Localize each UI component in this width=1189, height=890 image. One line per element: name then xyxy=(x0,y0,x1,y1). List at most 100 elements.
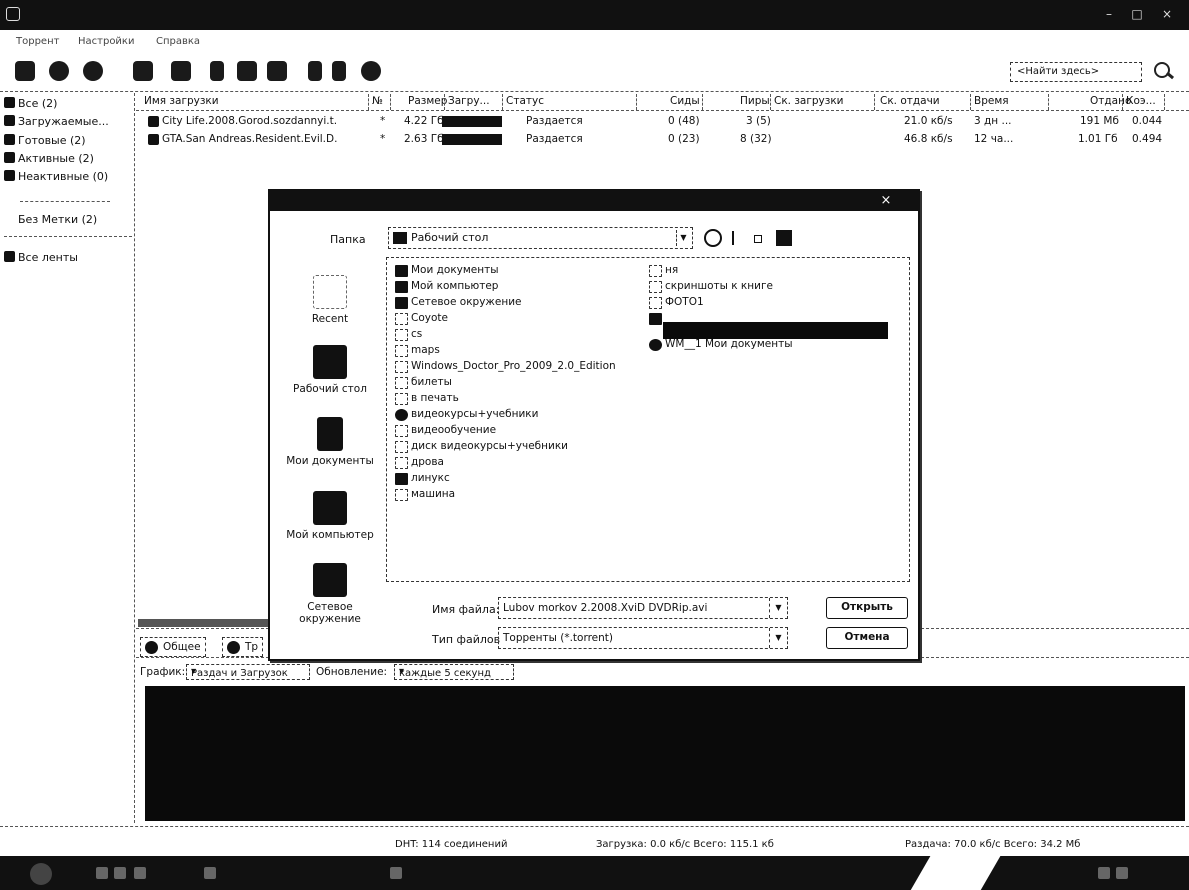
col-status[interactable]: Статус xyxy=(506,95,544,107)
active-icon xyxy=(4,152,15,163)
place-my-documents[interactable]: Мои документы xyxy=(276,417,384,467)
update-interval-select[interactable]: каждые 5 секунд ▾ xyxy=(394,664,514,680)
back-icon[interactable] xyxy=(704,229,722,247)
col-peers[interactable]: Пиры xyxy=(740,95,770,107)
delete-icon[interactable] xyxy=(166,56,196,86)
lookin-select[interactable]: Рабочий стол ▼ xyxy=(388,227,693,249)
col-name[interactable]: Имя загрузки xyxy=(144,95,219,107)
minimize-button[interactable]: – xyxy=(1098,4,1120,24)
lookin-label: Папка xyxy=(330,233,366,246)
table-row[interactable]: City Life.2008.Gorod.sozdannyi.t. * 4.22… xyxy=(136,112,1189,130)
quicklaunch-icon[interactable] xyxy=(96,867,108,879)
list-item[interactable]: машина xyxy=(395,488,455,504)
stop-icon[interactable] xyxy=(262,56,292,86)
graph-type-select[interactable]: Раздач и Загрузок ▾ xyxy=(186,664,310,680)
col-num[interactable]: № xyxy=(372,95,383,107)
place-recent[interactable]: Recent xyxy=(276,275,384,325)
settings-icon[interactable] xyxy=(356,56,386,86)
search-icon[interactable] xyxy=(1150,60,1180,84)
download-status[interactable]: Загрузка: 0.0 кб/с Всего: 115.1 кб xyxy=(596,839,774,850)
list-item[interactable]: Мои документы xyxy=(395,264,499,280)
open-button[interactable]: Открыть xyxy=(826,597,908,619)
close-button[interactable]: × xyxy=(1156,4,1178,24)
list-item[interactable]: Сетевое окружение xyxy=(395,296,522,312)
dialog-close-button[interactable]: × xyxy=(872,193,900,209)
col-seeds[interactable]: Сиды xyxy=(670,95,700,107)
view-menu-icon[interactable] xyxy=(776,230,792,246)
start-icon[interactable] xyxy=(202,56,232,86)
move-down-icon[interactable] xyxy=(324,56,354,86)
col-size[interactable]: Размер xyxy=(408,95,447,107)
list-item[interactable]: линукс xyxy=(395,472,450,488)
sidebar-item-completed[interactable]: Готовые (2) xyxy=(4,134,132,151)
tab-general[interactable]: Общее xyxy=(140,637,206,657)
col-ratio[interactable]: Коэ... xyxy=(1126,95,1156,107)
sidebar-item-feeds[interactable]: Все ленты xyxy=(4,251,132,268)
list-item[interactable]: видеообучение xyxy=(395,424,496,440)
file-list[interactable]: Мои документы Мой компьютер Сетевое окру… xyxy=(386,257,910,582)
list-item[interactable]: в печать xyxy=(395,392,459,408)
menu-settings[interactable]: Настройки xyxy=(78,36,134,47)
sidebar-item-inactive[interactable]: Неактивные (0) xyxy=(4,170,132,187)
list-item[interactable]: скриншоты к книге xyxy=(649,280,773,296)
row-peers: 3 (5) xyxy=(746,115,771,127)
tray-icon[interactable] xyxy=(1116,867,1128,879)
sidebar-item-downloading[interactable]: Загружаемые... xyxy=(4,115,132,132)
col-eta[interactable]: Время xyxy=(974,95,1009,107)
sidebar-item-active[interactable]: Активные (2) xyxy=(4,152,132,169)
maximize-button[interactable]: □ xyxy=(1126,4,1148,24)
status-bar: DHT: 114 соединений Загрузка: 0.0 кб/с В… xyxy=(0,826,1189,854)
row-ul-speed: 21.0 кб/s xyxy=(904,115,953,127)
taskbar-app-icon[interactable] xyxy=(390,867,402,879)
list-item[interactable]: cs xyxy=(395,328,422,344)
list-item[interactable]: Windows_Doctor_Pro_2009_2.0_Edition xyxy=(395,360,616,376)
edit-icon[interactable] xyxy=(128,56,158,86)
start-button[interactable] xyxy=(30,863,52,885)
menu-help[interactable]: Справка xyxy=(156,36,200,47)
tab-trackers[interactable]: Тр xyxy=(222,637,264,657)
list-item[interactable]: дрова xyxy=(395,456,444,472)
list-item[interactable]: Мой компьютер xyxy=(395,280,498,296)
add-url-icon[interactable] xyxy=(44,56,74,86)
list-item[interactable]: диск видеокурсы+учебники xyxy=(395,440,568,456)
create-torrent-icon[interactable] xyxy=(78,56,108,86)
col-done[interactable]: Загру... xyxy=(448,95,490,107)
list-item[interactable]: WM__1 Мои документы xyxy=(649,338,793,354)
list-item[interactable]: видеокурсы+учебники xyxy=(395,408,538,424)
filetype-select[interactable]: Торренты (*.torrent) ▼ xyxy=(498,627,788,649)
list-item[interactable]: Coyote xyxy=(395,312,448,328)
upload-status[interactable]: Раздача: 70.0 кб/с Всего: 34.2 Мб xyxy=(905,839,1080,850)
quicklaunch-icon[interactable] xyxy=(134,867,146,879)
filename-input[interactable]: Lubov morkov 2.2008.XviD DVDRip.avi ▼ xyxy=(498,597,788,619)
taskbar-app-icon[interactable] xyxy=(204,867,216,879)
folder-icon xyxy=(393,232,407,244)
pause-icon[interactable] xyxy=(232,56,262,86)
chevron-down-icon[interactable]: ▼ xyxy=(769,598,787,618)
cancel-button[interactable]: Отмена xyxy=(826,627,908,649)
list-item[interactable]: ня xyxy=(649,264,678,280)
sidebar-item-no-label[interactable]: Без Метки (2) xyxy=(18,213,146,230)
chevron-down-icon[interactable]: ▼ xyxy=(769,628,787,648)
row-peers: 8 (32) xyxy=(740,133,772,145)
info-icon xyxy=(145,641,158,654)
table-row[interactable]: GTA.San Andreas.Resident.Evil.D. * 2.63 … xyxy=(136,130,1189,148)
place-network[interactable]: Сетевое окружение xyxy=(276,563,384,625)
search-input[interactable]: <Найти здесь> xyxy=(1010,62,1142,82)
quicklaunch-icon[interactable] xyxy=(114,867,126,879)
list-item[interactable]: maps xyxy=(395,344,440,360)
list-item[interactable]: ФОТО1 xyxy=(649,296,704,312)
tray-icon[interactable] xyxy=(1098,867,1110,879)
place-desktop[interactable]: Рабочий стол xyxy=(276,345,384,395)
sidebar-item-all[interactable]: Все (2) xyxy=(4,97,132,114)
dialog-title-bar: × xyxy=(270,191,918,211)
col-ul-speed[interactable]: Ск. отдачи xyxy=(880,95,940,107)
progress-bar xyxy=(442,134,502,145)
list-item[interactable]: билеты xyxy=(395,376,452,392)
menu-torrent[interactable]: Торрент xyxy=(16,36,59,47)
new-folder-icon[interactable] xyxy=(750,229,768,247)
place-my-computer[interactable]: Мой компьютер xyxy=(276,491,384,541)
add-torrent-icon[interactable] xyxy=(10,56,40,86)
row-uploaded: 191 Мб xyxy=(1080,115,1119,127)
col-dl-speed[interactable]: Ск. загрузки xyxy=(774,95,844,107)
up-folder-icon[interactable] xyxy=(728,229,746,247)
